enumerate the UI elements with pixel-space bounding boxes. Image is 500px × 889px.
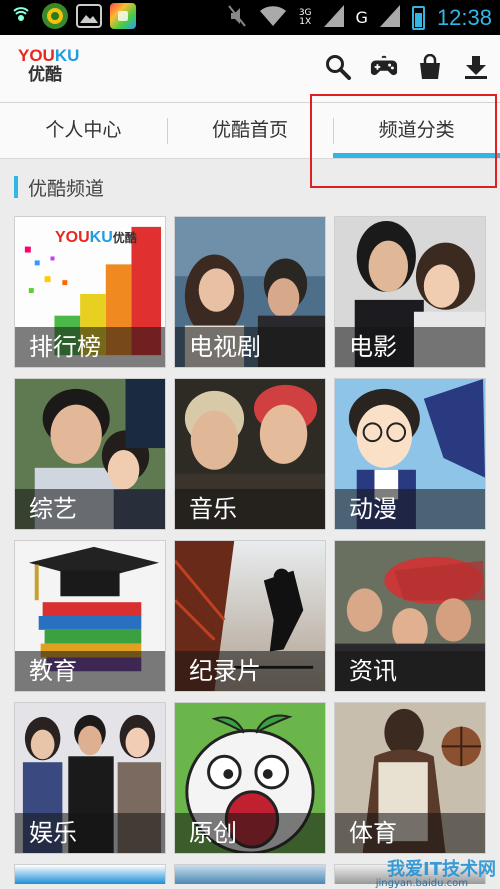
app-notification-icon bbox=[42, 3, 68, 29]
status-bar: 3G 1X G 12:38 bbox=[0, 0, 500, 35]
ranking-tile-logo: YOUKU优酷 bbox=[55, 229, 137, 246]
channel-tile-entertainment[interactable]: 娱乐 bbox=[14, 702, 166, 854]
channel-tile-variety[interactable]: 综艺 bbox=[14, 378, 166, 530]
signal-icon-2 bbox=[379, 4, 400, 31]
channel-tile-partial-2[interactable] bbox=[174, 864, 326, 884]
channel-label: 电影 bbox=[335, 327, 485, 367]
channel-tile-education[interactable]: 教育 bbox=[14, 540, 166, 692]
channel-tile-ranking[interactable]: YOUKU优酷 排行榜 bbox=[14, 216, 166, 368]
channel-label: 原创 bbox=[175, 813, 325, 853]
shopping-bag-icon[interactable] bbox=[416, 53, 444, 81]
wifi-hotspot-icon bbox=[8, 3, 34, 29]
channel-tile-movie[interactable]: 电影 bbox=[334, 216, 486, 368]
channel-tile-sports[interactable]: 体育 bbox=[334, 702, 486, 854]
channel-tile-news[interactable]: 资讯 bbox=[334, 540, 486, 692]
youku-logo[interactable]: YOUKU 优酷 bbox=[18, 47, 79, 86]
clock: 12:38 bbox=[436, 4, 492, 30]
channel-tile-tv-series[interactable]: 电视剧 bbox=[174, 216, 326, 368]
channel-tile-original[interactable]: 原创 bbox=[174, 702, 326, 854]
partial-artwork-2 bbox=[175, 865, 325, 884]
network-type-label: 3G 1X bbox=[298, 7, 312, 27]
channel-label: 娱乐 bbox=[15, 813, 165, 853]
signal-icon bbox=[323, 4, 344, 31]
channel-label: 综艺 bbox=[15, 489, 165, 529]
channel-label: 教育 bbox=[15, 651, 165, 691]
channel-label: 电视剧 bbox=[175, 327, 325, 367]
section-accent-bar bbox=[14, 176, 18, 198]
channel-label: 音乐 bbox=[175, 489, 325, 529]
annotation-highlight-box bbox=[310, 94, 497, 188]
channel-tile-documentary[interactable]: 纪录片 bbox=[174, 540, 326, 692]
section-title: 优酷频道 bbox=[28, 177, 105, 200]
app-header: YOUKU 优酷 bbox=[0, 35, 500, 103]
channel-tile-music[interactable]: 音乐 bbox=[174, 378, 326, 530]
watermark-url: jingyan.baidu.com bbox=[375, 878, 468, 889]
channel-grid: YOUKU优酷 排行榜 电视剧 电影 综艺 音乐 动漫 教育 纪录片 资讯 娱乐… bbox=[14, 216, 486, 884]
network-g-label: G bbox=[355, 8, 368, 27]
tab-youku-home[interactable]: 优酷首页 bbox=[166, 103, 334, 158]
channel-label: 资讯 bbox=[335, 651, 485, 691]
watermark-text: 我爱IT技术网 bbox=[387, 859, 496, 880]
channel-tile-anime[interactable]: 动漫 bbox=[334, 378, 486, 530]
tab-personal-center[interactable]: 个人中心 bbox=[0, 103, 167, 158]
channel-label: 动漫 bbox=[335, 489, 485, 529]
battery-icon bbox=[411, 5, 425, 30]
search-icon[interactable] bbox=[324, 53, 352, 81]
gallery-icon bbox=[76, 4, 102, 28]
section-heading: 优酷频道 bbox=[14, 174, 104, 200]
partial-artwork-1 bbox=[15, 865, 165, 884]
channel-label: 排行榜 bbox=[15, 327, 165, 367]
app-store-icon bbox=[110, 3, 136, 29]
wifi-icon bbox=[259, 5, 287, 31]
mute-icon bbox=[227, 4, 247, 32]
channel-label: 体育 bbox=[335, 813, 485, 853]
channel-label: 纪录片 bbox=[175, 651, 325, 691]
download-icon[interactable] bbox=[462, 53, 490, 81]
channel-tile-partial-1[interactable] bbox=[14, 864, 166, 884]
gamepad-icon[interactable] bbox=[370, 53, 398, 81]
